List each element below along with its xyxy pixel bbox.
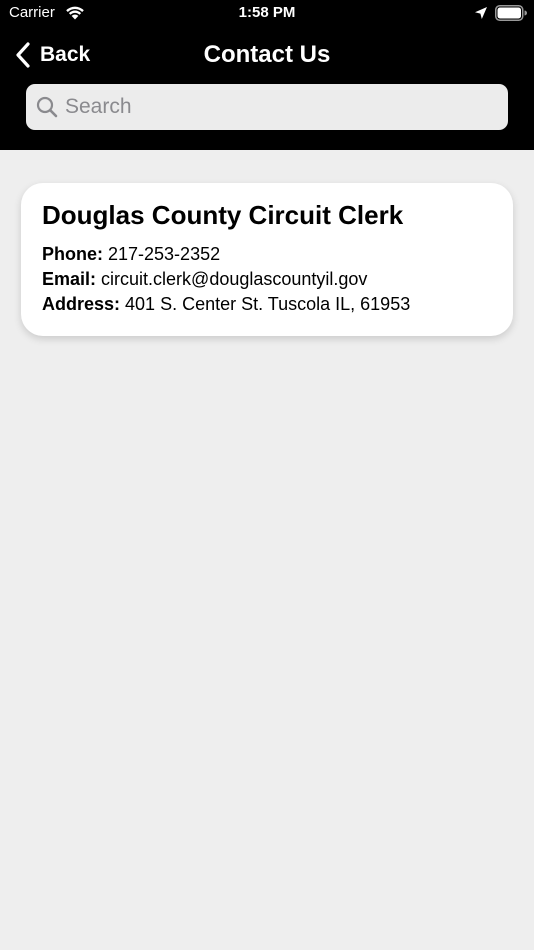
status-time: 1:58 PM	[238, 4, 296, 21]
search-bar[interactable]	[26, 84, 508, 130]
contact-card[interactable]: Douglas County Circuit Clerk Phone: 217-…	[21, 183, 513, 336]
page-title: Contact Us	[203, 41, 331, 68]
contact-email-row: Email: circuit.clerk@douglascountyil.gov	[42, 267, 493, 292]
contact-address-row: Address: 401 S. Center St. Tuscola IL, 6…	[42, 292, 493, 317]
phone-label: Phone:	[42, 244, 108, 264]
email-value[interactable]: circuit.clerk@douglascountyil.gov	[101, 269, 367, 289]
header: Carrier 1:58 PM Back Contact Us	[0, 0, 534, 150]
email-label: Email:	[42, 269, 102, 289]
address-value[interactable]: 401 S. Center St. Tuscola IL, 61953	[125, 294, 410, 314]
phone-value[interactable]: 217-253-2352	[108, 244, 220, 264]
contact-phone-row: Phone: 217-253-2352	[42, 242, 493, 267]
contact-name: Douglas County Circuit Clerk	[42, 200, 404, 230]
status-bar: Carrier 1:58 PM	[0, 0, 534, 28]
battery-icon	[495, 5, 527, 21]
search-icon	[36, 96, 58, 118]
address-label: Address:	[42, 294, 126, 314]
location-arrow-icon	[475, 7, 487, 19]
search-input[interactable]	[65, 95, 485, 119]
